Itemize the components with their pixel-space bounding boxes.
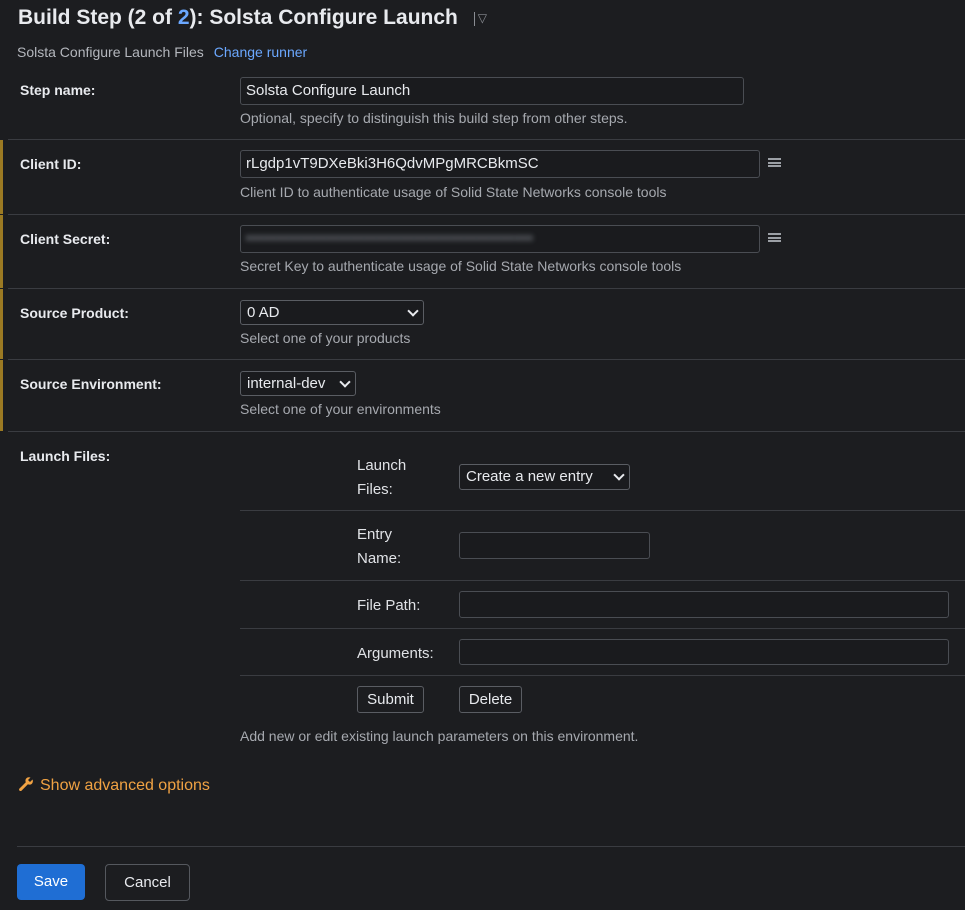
source-environment-row: [0, 360, 965, 431]
entry-name-label: Entry Name:: [357, 523, 401, 571]
chevron-down-icon: [339, 376, 351, 388]
show-advanced-options-link[interactable]: Show advanced options: [18, 776, 210, 795]
title-prefix: Build Step (2 of: [18, 6, 178, 29]
source-product-row: [0, 289, 965, 359]
chevron-down-icon: [407, 305, 419, 317]
arguments-input[interactable]: [459, 639, 949, 665]
client-id-label: Client ID:: [20, 156, 82, 172]
page-title: Build Step (2 of 2): Solsta Configure La…: [18, 6, 487, 30]
step-name-input[interactable]: Solsta Configure Launch: [240, 77, 744, 105]
divider: [8, 431, 965, 432]
show-advanced-options-text: Show advanced options: [40, 777, 210, 794]
launch-files-label: Launch Files:: [20, 448, 111, 464]
client-secret-masked-value: ••••••••••••••••••••••••••••••••••••••••…: [246, 230, 534, 247]
launch-files-sublabel-line2: Files:: [357, 481, 393, 498]
divider: [473, 11, 475, 26]
entry-name-label-line1: Entry: [357, 526, 393, 543]
entry-name-input[interactable]: [459, 532, 650, 559]
runner-name: Solsta Configure Launch Files: [17, 44, 204, 60]
title-suffix: ): Solsta Configure Launch: [189, 6, 458, 29]
list-icon[interactable]: [768, 158, 781, 169]
build-step-page: Build Step (2 of 2): Solsta Configure La…: [0, 0, 965, 910]
arguments-label: Arguments:: [357, 645, 434, 662]
source-environment-label: Source Environment:: [20, 376, 162, 392]
delete-button[interactable]: Delete: [459, 686, 522, 713]
source-product-select[interactable]: 0 AD: [240, 300, 424, 325]
file-path-input[interactable]: [459, 591, 949, 618]
source-environment-select[interactable]: internal-dev: [240, 371, 356, 396]
step-number-link[interactable]: 2: [178, 6, 190, 29]
chevron-down-icon: [613, 469, 625, 481]
cancel-button[interactable]: Cancel: [105, 864, 190, 901]
launch-files-sublabel-line1: Launch: [357, 457, 407, 474]
step-name-label: Step name:: [20, 82, 96, 98]
client-secret-label: Client Secret:: [20, 231, 111, 247]
client-secret-hint: Secret Key to authenticate usage of Soli…: [240, 258, 682, 274]
source-environment-value: internal-dev: [247, 375, 326, 392]
source-product-label: Source Product:: [20, 305, 129, 321]
wrench-icon: [19, 777, 33, 792]
client-id-hint: Client ID to authenticate usage of Solid…: [240, 184, 667, 200]
source-product-hint: Select one of your products: [240, 330, 411, 346]
source-product-value: 0 AD: [247, 304, 280, 321]
divider: [240, 580, 965, 581]
submit-button[interactable]: Submit: [357, 686, 424, 713]
change-runner-link[interactable]: Change runner: [214, 44, 307, 60]
divider: [240, 628, 965, 629]
file-path-label: File Path:: [357, 597, 421, 614]
source-environment-hint: Select one of your environments: [240, 401, 441, 417]
client-secret-input[interactable]: ••••••••••••••••••••••••••••••••••••••••…: [240, 225, 760, 253]
launch-files-sublabel: Launch Files:: [357, 454, 406, 502]
divider: [17, 846, 965, 847]
launch-files-value: Create a new entry: [466, 468, 593, 485]
triangle-down-icon: ▽: [477, 11, 487, 26]
launch-files-select[interactable]: Create a new entry: [459, 464, 630, 490]
entry-name-label-line2: Name:: [357, 550, 402, 567]
divider: [240, 675, 965, 676]
step-name-hint: Optional, specify to distinguish this bu…: [240, 110, 628, 126]
divider: [240, 510, 965, 511]
page-subtitle: Solsta Configure Launch Files Change runn…: [17, 44, 307, 60]
save-button[interactable]: Save: [17, 864, 85, 900]
title-menu-toggle[interactable]: ▽: [473, 11, 487, 26]
client-id-input[interactable]: rLgdp1vT9DXeBki3H6QdvMPgMRCBkmSC: [240, 150, 760, 178]
list-icon[interactable]: [768, 233, 781, 244]
launch-files-hint: Add new or edit existing launch paramete…: [240, 728, 639, 744]
